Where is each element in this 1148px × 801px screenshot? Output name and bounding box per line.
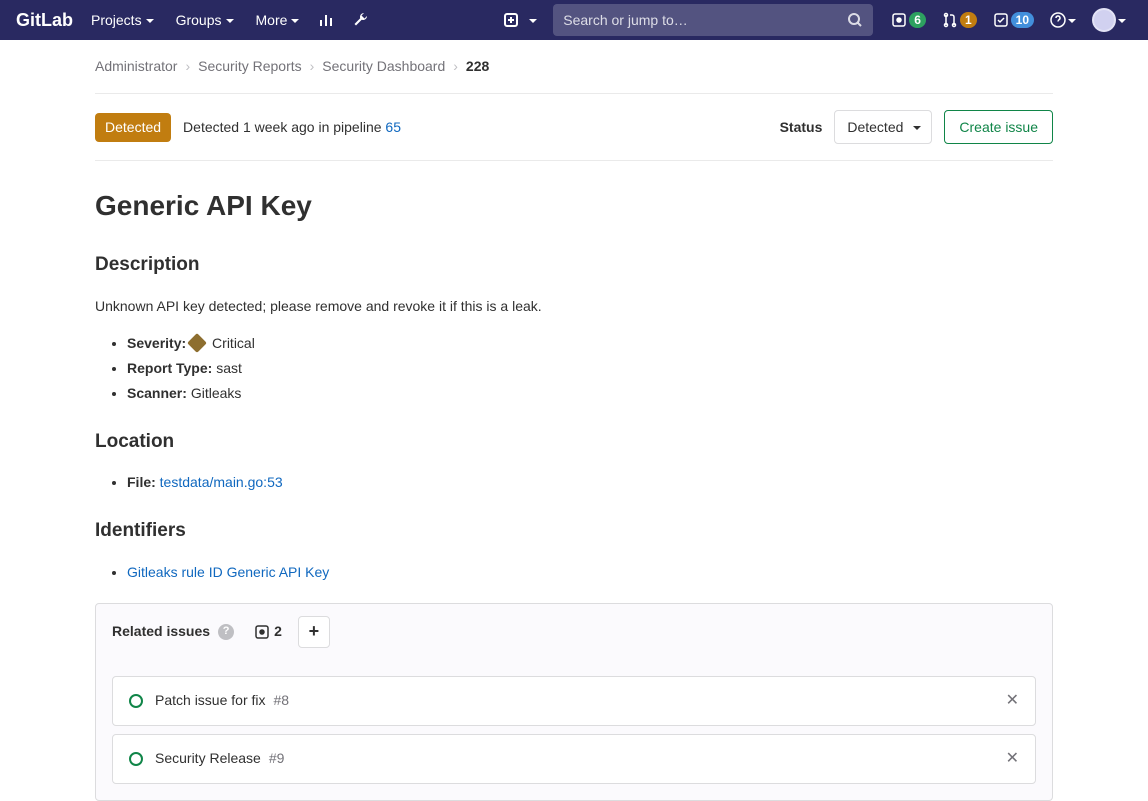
nav-projects[interactable]: Projects bbox=[81, 4, 164, 37]
todo-icon bbox=[993, 12, 1009, 28]
plus-icon bbox=[495, 4, 527, 36]
status-dropdown[interactable]: Detected bbox=[834, 110, 932, 144]
remove-related-button[interactable]: ✕ bbox=[1006, 689, 1019, 713]
mr-counter[interactable]: 1 bbox=[936, 10, 983, 30]
scanner-item: Scanner: Gitleaks bbox=[127, 383, 1053, 404]
page-title: Generic API Key bbox=[95, 185, 1053, 227]
pipeline-link[interactable]: 65 bbox=[385, 119, 401, 135]
question-icon bbox=[1050, 12, 1066, 28]
help-dropdown[interactable] bbox=[1044, 10, 1082, 30]
report-type-item: Report Type: sast bbox=[127, 358, 1053, 379]
file-link[interactable]: testdata/main.go:53 bbox=[160, 474, 283, 490]
related-issues-panel: Related issues ? 2 + Patch issue for fix… bbox=[95, 603, 1053, 801]
related-issue-row[interactable]: Security Release #9 ✕ bbox=[112, 734, 1036, 784]
issue-open-icon bbox=[129, 752, 143, 766]
crumb-dashboard[interactable]: Security Dashboard bbox=[322, 56, 445, 77]
new-dropdown[interactable] bbox=[495, 4, 537, 36]
create-issue-button[interactable]: Create issue bbox=[944, 110, 1053, 144]
identifier-link[interactable]: Gitleaks rule ID Generic API Key bbox=[127, 564, 329, 580]
description-text: Unknown API key detected; please remove … bbox=[95, 296, 1053, 317]
issue-id: #8 bbox=[274, 690, 290, 711]
nav-more[interactable]: More bbox=[246, 4, 310, 37]
chevron-down-icon bbox=[913, 126, 921, 130]
related-issue-row[interactable]: Patch issue for fix #8 ✕ bbox=[112, 676, 1036, 726]
chevron-down-icon bbox=[291, 19, 299, 23]
help-icon[interactable]: ? bbox=[218, 624, 234, 640]
issue-icon bbox=[891, 12, 907, 28]
todo-counter[interactable]: 10 bbox=[987, 10, 1040, 30]
status-text: Detected 1 week ago in pipeline 65 bbox=[183, 117, 401, 138]
issue-title: Security Release bbox=[155, 748, 261, 769]
avatar bbox=[1092, 8, 1116, 32]
related-title: Related issues bbox=[112, 621, 210, 642]
chevron-down-icon bbox=[146, 19, 154, 23]
todo-badge: 10 bbox=[1011, 12, 1034, 28]
severity-item: Severity: Critical bbox=[127, 333, 1053, 354]
breadcrumb: Administrator› Security Reports› Securit… bbox=[95, 40, 1053, 94]
description-heading: Description bbox=[95, 251, 1053, 280]
add-related-button[interactable]: + bbox=[298, 616, 330, 648]
issue-open-icon bbox=[129, 694, 143, 708]
issues-badge: 6 bbox=[909, 12, 926, 28]
related-count: 2 bbox=[254, 621, 282, 642]
search-input[interactable] bbox=[563, 12, 847, 28]
chevron-down-icon bbox=[529, 19, 537, 23]
crumb-current: 228 bbox=[466, 56, 489, 77]
nav-groups[interactable]: Groups bbox=[166, 4, 244, 37]
search-icon bbox=[847, 12, 863, 28]
crumb-reports[interactable]: Security Reports bbox=[198, 56, 301, 77]
status-label: Status bbox=[780, 117, 823, 138]
chevron-down-icon bbox=[226, 19, 234, 23]
file-item: File: testdata/main.go:53 bbox=[127, 472, 1053, 493]
merge-request-icon bbox=[942, 12, 958, 28]
issues-counter[interactable]: 6 bbox=[885, 10, 932, 30]
user-menu[interactable] bbox=[1086, 6, 1132, 34]
mr-badge: 1 bbox=[960, 12, 977, 28]
chevron-down-icon bbox=[1118, 19, 1126, 23]
status-chip: Detected bbox=[95, 113, 171, 142]
severity-critical-icon bbox=[187, 333, 207, 353]
top-navbar: GitLab Projects Groups More 6 1 10 bbox=[0, 0, 1148, 40]
wrench-icon[interactable] bbox=[345, 4, 377, 36]
status-header: Detected Detected 1 week ago in pipeline… bbox=[95, 94, 1053, 161]
identifiers-heading: Identifiers bbox=[95, 517, 1053, 546]
global-search[interactable] bbox=[553, 4, 873, 36]
issue-title: Patch issue for fix bbox=[155, 690, 266, 711]
crumb-admin[interactable]: Administrator bbox=[95, 56, 177, 77]
remove-related-button[interactable]: ✕ bbox=[1006, 747, 1019, 771]
chevron-down-icon bbox=[1068, 19, 1076, 23]
identifier-item: Gitleaks rule ID Generic API Key bbox=[127, 562, 1053, 583]
gitlab-logo[interactable]: GitLab bbox=[16, 7, 73, 34]
issue-icon bbox=[254, 624, 270, 640]
issue-id: #9 bbox=[269, 748, 285, 769]
location-heading: Location bbox=[95, 428, 1053, 457]
analytics-icon[interactable] bbox=[311, 4, 343, 36]
